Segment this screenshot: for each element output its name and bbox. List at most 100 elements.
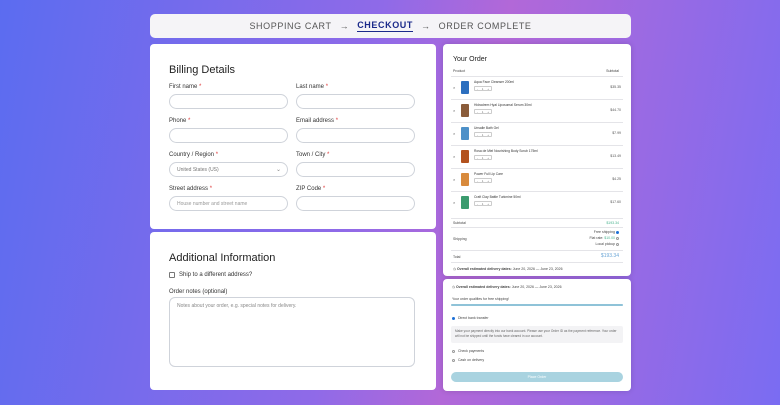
country-value: United States (US) [177, 166, 219, 173]
clock-icon: ◷ [453, 267, 457, 271]
place-order-button[interactable]: Place Order [451, 372, 623, 382]
email-field[interactable] [296, 128, 415, 143]
arrow-icon: → [421, 21, 431, 31]
method-cod-label[interactable]: Cash on delivery [458, 358, 484, 362]
product-thumbnail [461, 104, 469, 117]
order-item-row: × Craft Clay Battle Turkmine 50ml -1 + $17.6… [451, 191, 623, 214]
col-product: Product [453, 69, 466, 73]
ship-option-free[interactable]: Free shipping [594, 230, 619, 234]
additional-title: Additional Information [169, 252, 276, 264]
radio-icon [616, 236, 619, 240]
shipping-label: Shipping [453, 237, 467, 241]
order-item-row: × Power Full Lip Care -1 + $4.25 [451, 168, 623, 191]
product-price: $44.70 [610, 108, 621, 112]
remove-item-icon[interactable]: × [453, 108, 455, 113]
quantity-stepper[interactable]: -1 + [474, 86, 492, 91]
radio-cash-on-delivery[interactable] [452, 359, 455, 362]
clock-icon: ◷ [452, 285, 456, 289]
quantity-stepper[interactable]: -1 + [474, 155, 492, 160]
order-title: Your Order [453, 56, 487, 63]
ship-different-checkbox[interactable] [169, 272, 175, 278]
product-name: Hidradrem Hyal Liposomal Serum 30ml [474, 103, 532, 107]
payment-delivery-estimate: ◷ Overall estimated delivery dates: June… [452, 285, 562, 289]
chevron-down-icon: ⌄ [275, 167, 281, 173]
last-name-field[interactable] [296, 94, 415, 109]
order-notes-placeholder: Notes about your order, e.g. special not… [177, 303, 297, 309]
quantity-stepper[interactable]: -1 + [474, 178, 492, 183]
bank-transfer-description: Make your payment directly into our bank… [451, 326, 623, 343]
arrow-icon: → [339, 21, 350, 31]
quantity-stepper[interactable]: -1 + [474, 109, 492, 114]
product-price: $13.49 [610, 154, 621, 158]
product-name: Rosa de Miel Nourishing Body Scrub 175ml [474, 149, 538, 153]
free-shipping-note: Your order qualifies for free shipping! [452, 297, 510, 301]
order-item-row: × Aqua Face Cleanser 200ml -1 + $35.35 [451, 76, 623, 99]
quantity-stepper[interactable]: -1 + [474, 132, 492, 137]
street-field[interactable]: House number and street name [169, 196, 288, 211]
step-shopping-cart[interactable]: SHOPPING CART [249, 21, 331, 31]
billing-title: Billing Details [169, 64, 236, 76]
remove-item-icon[interactable]: × [453, 154, 455, 159]
zip-field[interactable] [296, 196, 415, 211]
total-label: Total [453, 255, 461, 259]
checkout-steps: SHOPPING CART → CHECKOUT → ORDER COMPLET… [150, 14, 631, 38]
order-item-row: × Hidradrem Hyal Liposomal Serum 30ml -1 + $… [451, 99, 623, 122]
phone-field[interactable] [169, 128, 288, 143]
product-name: Aqua Face Cleanser 200ml [474, 80, 514, 84]
radio-selected-icon [616, 230, 619, 234]
first-name-label: First name * [169, 84, 202, 90]
step-checkout[interactable]: CHECKOUT [357, 20, 414, 32]
town-field[interactable] [296, 162, 415, 177]
divider [451, 250, 623, 251]
product-thumbnail [461, 196, 469, 209]
ship-different-label[interactable]: Ship to a different address? [179, 272, 252, 278]
country-label: Country / Region * [169, 152, 219, 158]
radio-icon [616, 242, 619, 246]
remove-item-icon[interactable]: × [453, 200, 455, 205]
ship-option-pickup[interactable]: Local pickup [596, 242, 619, 246]
quantity-stepper[interactable]: -1 + [474, 201, 492, 206]
method-check-label[interactable]: Check payments [458, 349, 484, 353]
col-subtotal: Subtotal [606, 69, 619, 73]
town-label: Town / City * [296, 152, 330, 158]
step-order-complete: ORDER COMPLETE [438, 21, 532, 31]
street-label: Street address * [169, 186, 213, 192]
free-shipping-progress-fill [451, 304, 623, 306]
product-price: $7.99 [612, 131, 621, 135]
product-name: Craft Clay Battle Turkmine 50ml [474, 195, 521, 199]
product-price: $17.60 [610, 200, 621, 204]
order-notes-label: Order notes (optional) [169, 289, 228, 295]
product-price: $35.35 [610, 85, 621, 89]
product-thumbnail [461, 173, 469, 186]
ship-option-flat[interactable]: Flat rate: $10.00 [589, 236, 619, 240]
delivery-estimate: ◷ Overall estimated delivery dates: June… [453, 267, 563, 271]
billing-panel: Billing Details First name * Last name *… [150, 44, 436, 229]
total-value: $193.34 [600, 253, 619, 259]
radio-check-payments[interactable] [452, 350, 455, 353]
method-bank-label[interactable]: Direct bank transfer [458, 316, 489, 320]
order-item-row: × Unsalle Bath Gel -1 + $7.99 [451, 122, 623, 145]
order-summary-panel: Your Order Product Subtotal × Aqua Face C… [443, 44, 631, 276]
radio-bank-transfer[interactable] [452, 317, 455, 320]
remove-item-icon[interactable]: × [453, 85, 455, 90]
free-shipping-progress [451, 304, 623, 306]
product-name: Unsalle Bath Gel [474, 126, 499, 130]
first-name-field[interactable] [169, 94, 288, 109]
product-thumbnail [461, 150, 469, 163]
phone-label: Phone * [169, 118, 191, 124]
order-notes-textarea[interactable]: Notes about your order, e.g. special not… [169, 297, 415, 367]
product-thumbnail [461, 127, 469, 140]
divider [451, 262, 623, 263]
payment-panel: ◷ Overall estimated delivery dates: June… [443, 279, 631, 391]
country-select[interactable]: United States (US) ⌄ [169, 162, 288, 177]
product-thumbnail [461, 81, 469, 94]
divider [451, 227, 623, 228]
product-price: $4.25 [612, 177, 621, 181]
additional-info-panel: Additional Information Ship to a differe… [150, 232, 436, 390]
remove-item-icon[interactable]: × [453, 177, 455, 182]
remove-item-icon[interactable]: × [453, 131, 455, 136]
last-name-label: Last name * [296, 84, 329, 90]
street-placeholder: House number and street name [177, 200, 248, 207]
email-label: Email address * [296, 118, 339, 124]
divider [451, 218, 623, 219]
